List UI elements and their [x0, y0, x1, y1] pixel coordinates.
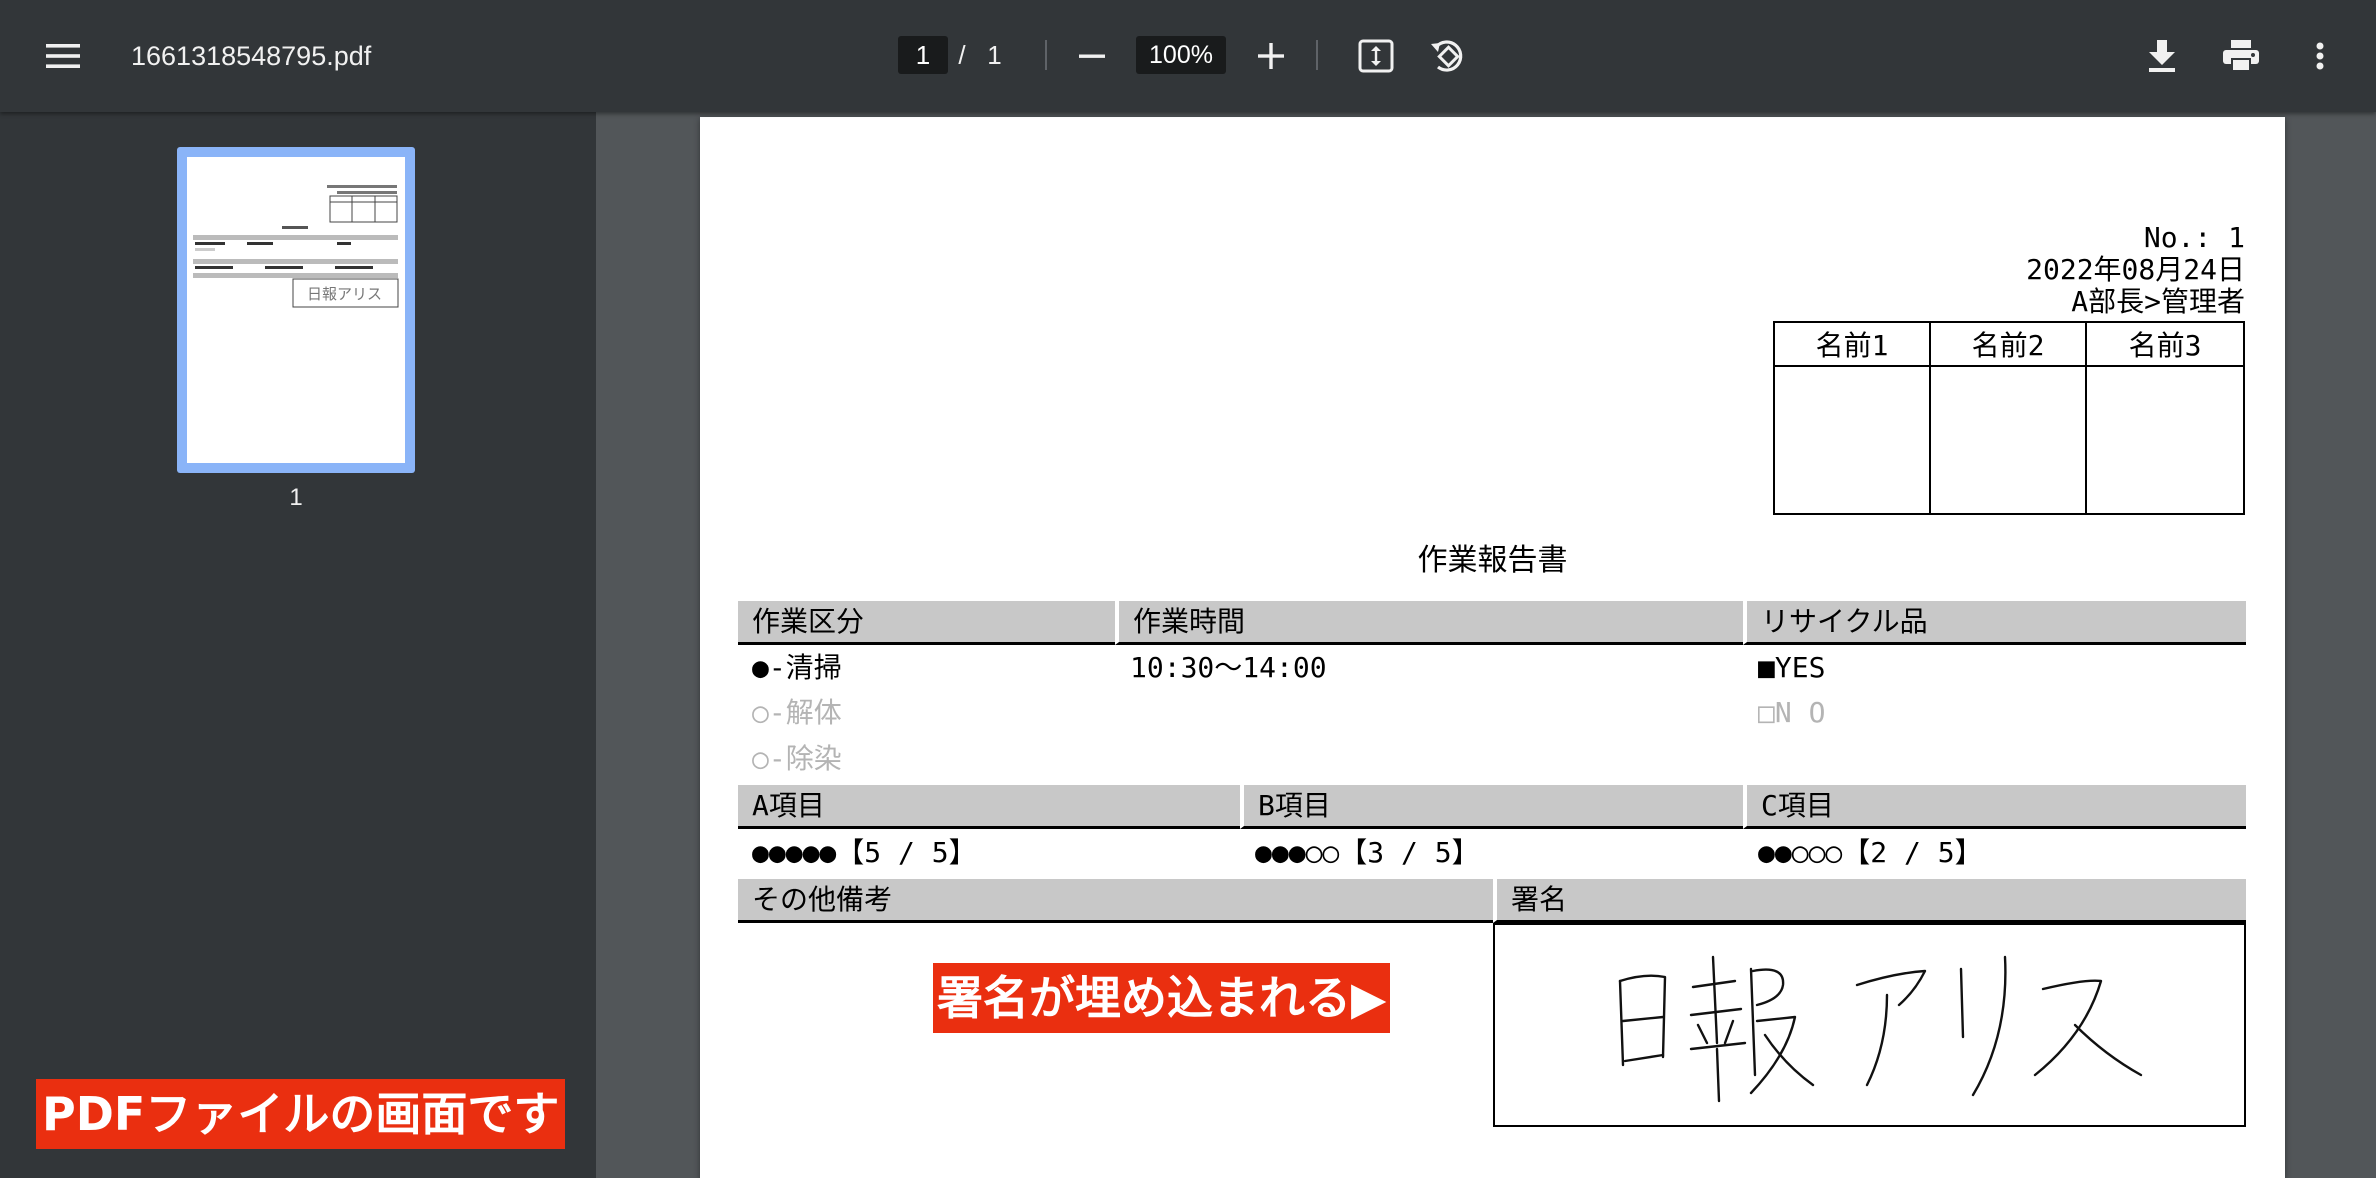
- c-item-rating: ●●○○○【2 / 5】: [1758, 836, 1983, 869]
- handwritten-signature-image: [1618, 955, 2143, 1103]
- signature-header: 署名: [1493, 879, 2246, 923]
- more-vertical-icon: [2316, 42, 2324, 70]
- total-pages: 1: [987, 39, 1002, 70]
- print-button[interactable]: [2209, 24, 2273, 88]
- print-icon: [2223, 40, 2259, 72]
- signature-box: [1493, 923, 2246, 1127]
- svg-text:日報アリス: 日報アリス: [307, 285, 382, 303]
- c-item-header: C項目: [1743, 785, 2246, 829]
- download-icon: [2149, 40, 2175, 72]
- approval-stamp-table: 名前1 名前2 名前3: [1773, 321, 2245, 515]
- work-type-header: 作業区分: [738, 601, 1115, 645]
- approval-stamp-cell: [2087, 367, 2243, 513]
- toolbar-divider: [1045, 40, 1047, 70]
- rotate-icon: [1431, 40, 1463, 72]
- work-time-header: 作業時間: [1115, 601, 1743, 645]
- page-separator: /: [958, 39, 966, 70]
- thumbnail-preview: 日報アリス: [187, 157, 405, 463]
- approval-stamp-cell: [1931, 367, 2087, 513]
- document-title: 1661318548795.pdf: [131, 40, 372, 71]
- report-number: No.: 1: [2143, 221, 2245, 254]
- report-author: A部長>管理者: [2071, 285, 2245, 318]
- fit-to-page-icon: [1358, 39, 1394, 73]
- remarks-header: その他備考: [738, 879, 1493, 923]
- zoom-in-button[interactable]: [1239, 24, 1303, 88]
- menu-button[interactable]: [31, 24, 95, 88]
- pdf-toolbar: 1661318548795.pdf 1 / 1 100%: [0, 0, 2376, 112]
- recycle-header: リサイクル品: [1743, 601, 2246, 645]
- fit-to-page-button[interactable]: [1344, 24, 1408, 88]
- approval-header: 名前1: [1775, 323, 1931, 367]
- pdf-page: No.: 1 2022年08月24日 A部長>管理者 名前1 名前2 名前3 作…: [700, 117, 2285, 1178]
- page-number-input[interactable]: 1: [898, 36, 948, 74]
- approval-header: 名前3: [2087, 323, 2243, 367]
- recycle-option: ■YES: [1758, 651, 1826, 684]
- minus-icon: [1079, 54, 1105, 58]
- recycle-option: □N O: [1758, 696, 1826, 729]
- thumbnail-content-icon: 日報アリス: [193, 185, 399, 308]
- a-item-rating: ●●●●●【5 / 5】: [752, 836, 977, 869]
- approval-header: 名前2: [1931, 323, 2087, 367]
- caption-label: PDFファイルの画面です: [36, 1079, 566, 1149]
- zoom-input[interactable]: 100%: [1136, 36, 1226, 74]
- a-item-header: A項目: [738, 785, 1240, 829]
- document-heading: 作業報告書: [1417, 543, 1568, 578]
- signature-callout: 署名が埋め込まれる▶: [933, 963, 1391, 1033]
- more-actions-button[interactable]: [2288, 24, 2352, 88]
- report-date: 2022年08月24日: [2026, 253, 2245, 286]
- work-type-option: ●-清掃: [752, 651, 842, 684]
- work-type-option: ○-除染: [752, 742, 842, 775]
- page-count: / 1: [950, 36, 1010, 74]
- plus-icon: [1258, 43, 1284, 69]
- toolbar-divider: [1316, 40, 1318, 70]
- work-type-option: ○-解体: [752, 696, 842, 729]
- work-time-value: 10:30～14:00: [1130, 651, 1327, 684]
- thumbnail-page-number: 1: [289, 484, 303, 511]
- rotate-button[interactable]: [1416, 24, 1480, 88]
- download-button[interactable]: [2130, 24, 2194, 88]
- page-thumbnail[interactable]: 日報アリス: [177, 147, 415, 473]
- b-item-header: B項目: [1240, 785, 1743, 829]
- b-item-rating: ●●●○○【3 / 5】: [1255, 836, 1480, 869]
- zoom-out-button[interactable]: [1060, 24, 1124, 88]
- approval-stamp-cell: [1775, 367, 1931, 513]
- menu-icon: [46, 44, 80, 68]
